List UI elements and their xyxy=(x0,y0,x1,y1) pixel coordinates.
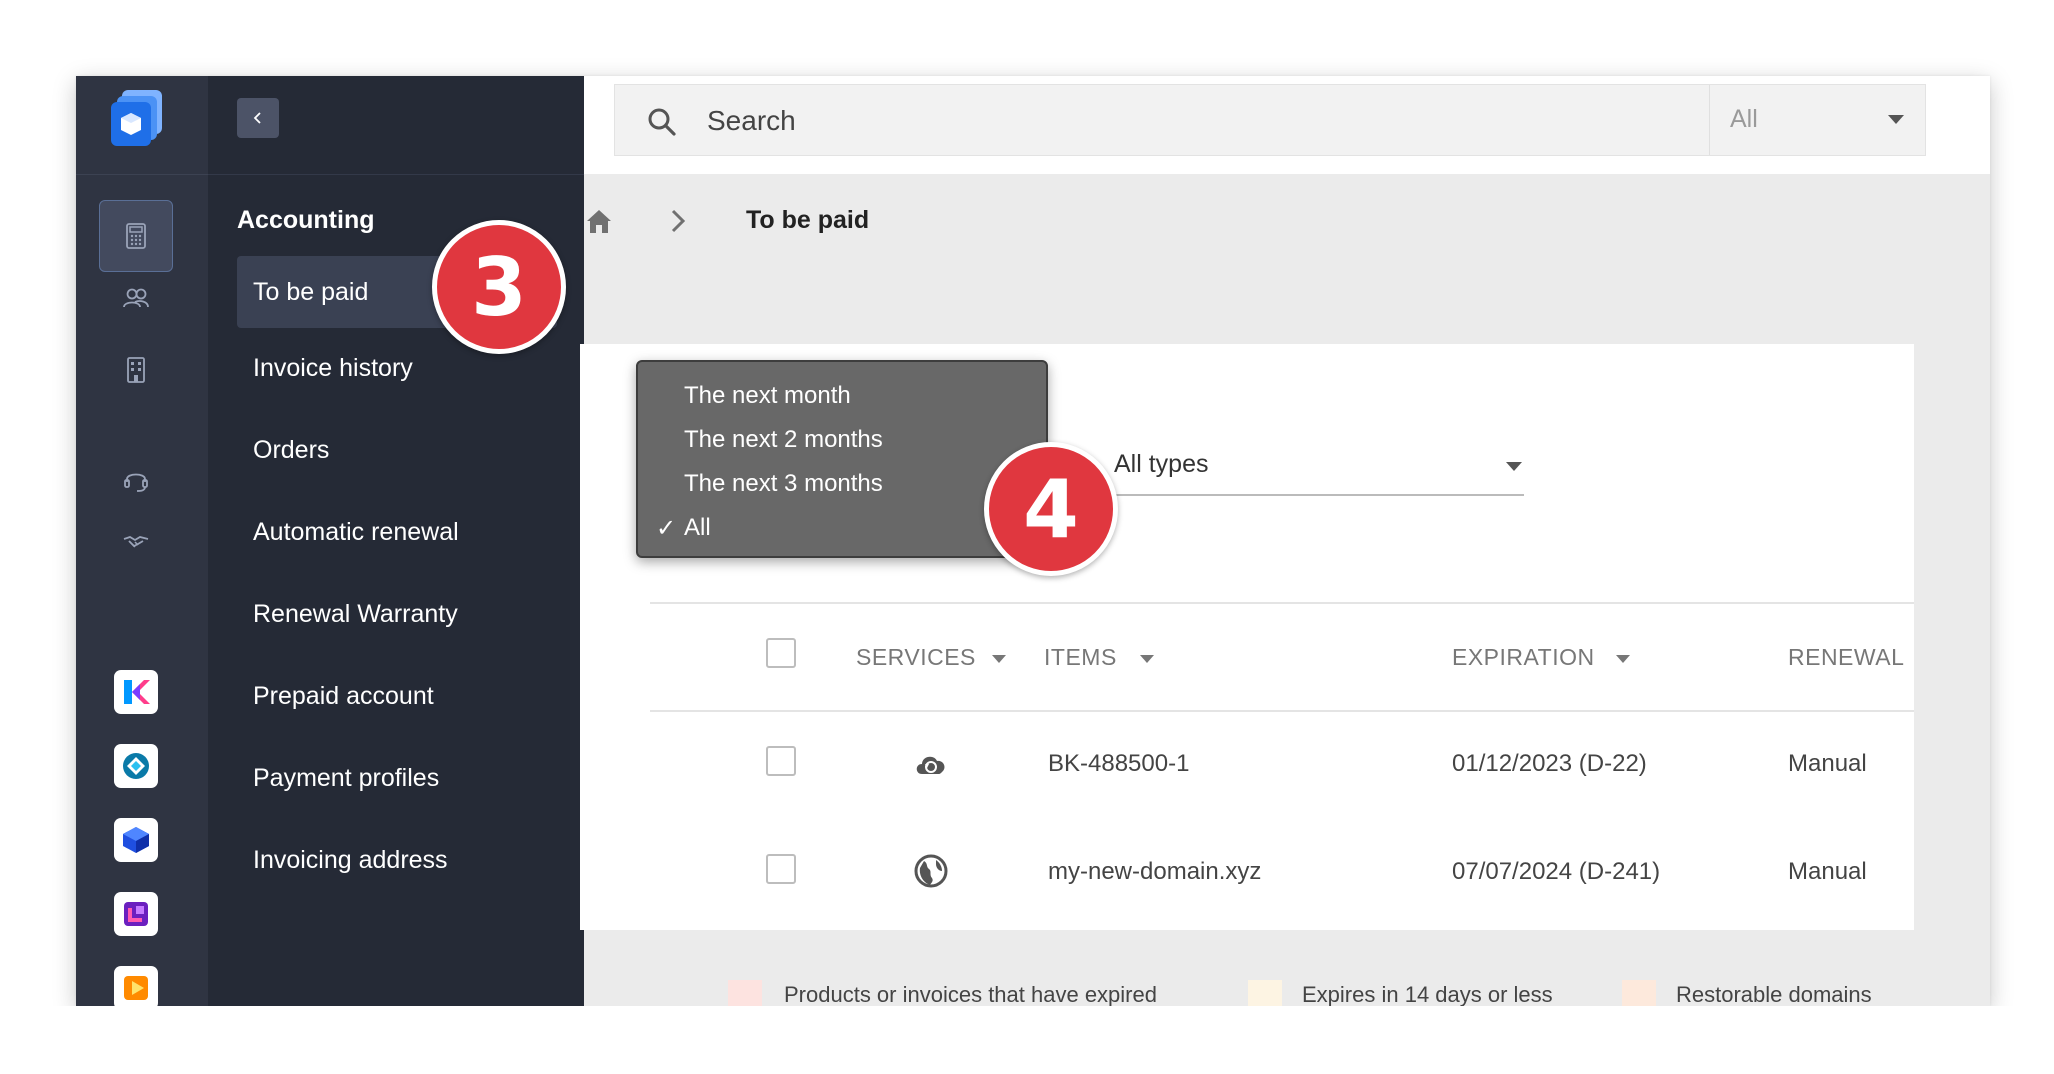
kmeet-app-icon[interactable] xyxy=(114,670,158,714)
period-option-all[interactable]: All xyxy=(684,514,711,542)
rail-partner-button[interactable] xyxy=(99,506,173,578)
sidebar-item-label: Orders xyxy=(253,435,330,464)
sort-services-icon[interactable] xyxy=(992,655,1006,663)
swiss-backup-app-icon[interactable] xyxy=(114,818,158,862)
kchat-app-icon[interactable] xyxy=(114,892,158,936)
headset-icon xyxy=(124,473,148,492)
users-icon xyxy=(123,288,149,308)
sidebar-item-label: Payment profiles xyxy=(253,763,440,792)
type-filter-select[interactable]: All types xyxy=(1114,436,1524,496)
sidebar-item-label: Renewal Warranty xyxy=(253,599,458,628)
select-all-checkbox[interactable] xyxy=(766,638,796,668)
step-badge-3: 3 xyxy=(432,220,566,354)
table-header-rule xyxy=(650,710,1914,712)
sidebar-item-orders[interactable]: Orders xyxy=(237,414,557,486)
column-header-items[interactable]: ITEMS xyxy=(1044,644,1117,671)
breadcrumb-chevron-icon xyxy=(671,209,686,233)
sidebar-item-invoicing-address[interactable]: Invoicing address xyxy=(237,824,557,896)
legend-label-restorable: Restorable domains xyxy=(1676,982,1872,1007)
search-scope-select[interactable]: All xyxy=(1709,85,1925,155)
sidebar-divider xyxy=(208,174,584,175)
legend-label-expiring: Expires in 14 days or less xyxy=(1302,982,1553,1007)
sidebar-item-label: Automatic renewal xyxy=(253,517,459,546)
sidebar-item-label: Invoicing address xyxy=(253,845,448,874)
chevron-left-icon xyxy=(253,112,261,124)
legend-label-expired: Products or invoices that have expired xyxy=(784,982,1157,1007)
column-header-renewal[interactable]: RENEWAL xyxy=(1788,644,1904,671)
sidebar-item-label: To be paid xyxy=(253,277,369,306)
table-top-rule xyxy=(650,602,1914,604)
row-expiration: 07/07/2024 (D-241) xyxy=(1452,858,1661,885)
sidebar-section-title: Accounting xyxy=(237,206,375,234)
global-search-bar: All xyxy=(614,84,1926,157)
building-icon xyxy=(127,357,145,383)
type-filter-value: All types xyxy=(1114,450,1209,478)
collapse-sidebar-button[interactable] xyxy=(237,98,279,138)
row-checkbox[interactable] xyxy=(766,746,796,776)
kdrive-app-icon[interactable] xyxy=(114,744,158,788)
row-checkbox[interactable] xyxy=(766,854,796,884)
step-badge-4: 4 xyxy=(984,442,1118,576)
sidebar: Accounting To be paid Invoice history Or… xyxy=(208,76,584,1006)
cloud-backup-icon xyxy=(916,756,945,774)
globe-icon xyxy=(914,854,948,888)
sort-expiration-icon[interactable] xyxy=(1616,655,1630,663)
rail-organization-button[interactable] xyxy=(99,334,173,406)
handshake-icon xyxy=(123,536,149,548)
infomaniak-logo-icon[interactable] xyxy=(108,88,168,150)
period-option-next-month[interactable]: The next month xyxy=(684,382,851,410)
search-scope-value: All xyxy=(1730,105,1758,133)
row-renewal: Manual xyxy=(1788,750,1867,777)
period-option-next-3-months[interactable]: The next 3 months xyxy=(684,470,883,498)
sidebar-item-label: Prepaid account xyxy=(253,681,434,710)
app-rail xyxy=(76,76,208,1006)
search-input[interactable] xyxy=(705,85,1709,157)
row-item[interactable]: BK-488500-1 xyxy=(1048,750,1189,778)
selected-check-icon: ✓ xyxy=(656,515,677,542)
caret-down-icon xyxy=(1506,462,1522,471)
sidebar-item-payment-profiles[interactable]: Payment profiles xyxy=(237,742,557,814)
caret-down-icon xyxy=(1888,115,1904,124)
row-renewal: Manual xyxy=(1788,858,1867,885)
sidebar-item-prepaid-account[interactable]: Prepaid account xyxy=(237,660,557,732)
home-icon[interactable] xyxy=(584,206,614,236)
sidebar-item-automatic-renewal[interactable]: Automatic renewal xyxy=(237,496,557,568)
sort-items-icon[interactable] xyxy=(1140,655,1154,663)
column-header-services[interactable]: SERVICES xyxy=(856,644,976,671)
row-item[interactable]: my-new-domain.xyz xyxy=(1048,858,1261,886)
rail-divider xyxy=(76,174,208,175)
streaming-app-icon[interactable] xyxy=(114,966,158,1006)
sidebar-item-label: Invoice history xyxy=(253,353,413,382)
sidebar-item-renewal-warranty[interactable]: Renewal Warranty xyxy=(237,578,557,650)
breadcrumb-current: To be paid xyxy=(746,206,870,234)
rail-users-button[interactable] xyxy=(99,262,173,334)
calculator-icon xyxy=(126,223,146,249)
column-header-expiration[interactable]: EXPIRATION xyxy=(1452,644,1595,671)
page-margin-bottom xyxy=(0,1006,2054,1074)
row-expiration: 01/12/2023 (D-22) xyxy=(1452,750,1647,777)
period-option-next-2-months[interactable]: The next 2 months xyxy=(684,426,883,454)
search-icon xyxy=(648,108,676,136)
